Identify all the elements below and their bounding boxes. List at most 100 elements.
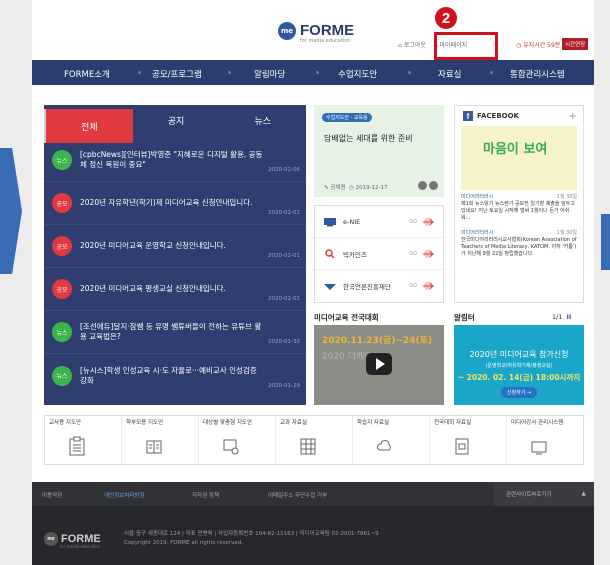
- apply-button[interactable]: 신청하기 →: [500, 387, 538, 398]
- logout-label: 로그아웃: [403, 42, 426, 49]
- nav-separator: [138, 71, 141, 74]
- arrow-right-icon: [423, 217, 434, 226]
- notice-list: 뉴스 [cpbcNews][인터뷰]박영준 "지혜로운 디지털 활용, 공동체 …: [44, 139, 306, 397]
- post-source: 미디어리터러시: [461, 230, 494, 236]
- notice-title: 2020년 미디어교육 운영학교 신청안내입니다.: [80, 241, 226, 250]
- list-item[interactable]: 뉴스 [cpbcNews][인터뷰]박영준 "지혜로운 디지털 활용, 공동체 …: [44, 139, 306, 182]
- tab-all[interactable]: 전체: [44, 109, 133, 143]
- list-item[interactable]: 뉴스 [뉴시스]학생 인성교육 시·도 자율로···예비교사 인성검증 강화 2…: [44, 354, 306, 397]
- tab-notice[interactable]: 공지: [133, 105, 220, 135]
- chevron-up-icon: ▲: [581, 491, 586, 497]
- quick-label: 미디어강사 관리시스템: [511, 420, 564, 426]
- contest-video[interactable]: 2020.11.23(금)~24(토) 2020 더베이101: [314, 325, 444, 405]
- nav-item-about[interactable]: FORME소개: [64, 68, 110, 80]
- logout-link[interactable]: ⌂ 로그아웃: [398, 40, 426, 49]
- notice-tabs: 전체 공지 뉴스: [44, 105, 306, 143]
- notice-panel: 전체 공지 뉴스 뉴스 [cpbcNews][인터뷰]박영준 "지혜로운 디지털…: [44, 105, 306, 405]
- notice-date: 2020-02-01: [268, 296, 300, 302]
- plus-icon[interactable]: +: [569, 111, 577, 122]
- step-badge: 2: [435, 7, 457, 29]
- alarm-deadline: ~ 2020. 02. 14(금) 18:00시까지: [457, 373, 581, 382]
- link-kpf[interactable]: 한국언론진흥재단 GO: [315, 270, 443, 302]
- facebook-image[interactable]: 마음이 보여: [461, 126, 577, 190]
- link-label: 한국언론진흥재단: [343, 283, 391, 291]
- nav-item-lesson-plans[interactable]: 수업지도안: [338, 68, 377, 80]
- post-text: 한국미디어리터러시교사협회(Korean Association of Teac…: [461, 237, 577, 257]
- quick-subject-resources[interactable]: 교과 자료실: [276, 416, 353, 464]
- arrow-right-icon: [423, 282, 434, 290]
- clock-icon: ◷: [349, 185, 354, 191]
- quick-worksheet-resources[interactable]: 학습지 자료실: [353, 416, 430, 464]
- monitor-icon: [324, 217, 336, 226]
- clipboard-icon: [69, 436, 85, 456]
- alarm-subtitle: (운영학교/자유학기제/평생교실): [485, 363, 553, 369]
- list-item[interactable]: 공모 2020년 자유학년(학기)제 미디어교육 신청안내입니다. 2020-0…: [44, 182, 306, 225]
- quick-menu: 교사용 지도안 학부모용 지도안 대상별 맞춤형 지도안 교과 자료실 학습지 …: [44, 415, 584, 465]
- quick-label: 전국대회 자료실: [434, 420, 472, 426]
- related-sites-select[interactable]: 관련사이트바로가기 ▲: [494, 482, 594, 506]
- facebook-header: f FACEBOOK: [455, 106, 583, 126]
- nav-separator: [228, 71, 231, 74]
- notice-title: [조선에듀]달지·참쌤 등 유명 쌤튜버들이 전하는 유튜브 활용 교육법은?: [80, 322, 262, 341]
- card-tag: 수업지도안 · 교육용: [322, 113, 372, 122]
- related-links: e-NIE GO 빅카인즈 GO 한국언론진흥재단 GO: [314, 205, 444, 303]
- link-enie[interactable]: e-NIE GO: [315, 206, 443, 238]
- quick-label: 대상별 맞춤형 지도안: [203, 420, 253, 426]
- facebook-image-text: 마음이 보여: [483, 142, 548, 157]
- quick-instructor-system[interactable]: 미디어강사 관리시스템: [507, 416, 583, 464]
- link-label: e-NIE: [343, 217, 361, 226]
- nav-item-management[interactable]: 통합관리시스템: [510, 68, 565, 80]
- monitor-icon: [531, 441, 547, 455]
- footer-link-terms[interactable]: 이용약관: [42, 491, 62, 499]
- grid-icon: [300, 438, 316, 455]
- facebook-post[interactable]: 미디어리터러시 1월 30일 한국미디어리터러시교사협회(Korean Asso…: [455, 226, 583, 262]
- pause-icon[interactable]: II: [566, 313, 571, 321]
- notice-date: 2020-02-06: [268, 167, 300, 173]
- extend-session-button[interactable]: 시간연장: [562, 38, 589, 50]
- monitor-user-icon: [223, 439, 239, 455]
- page: me FORME for media education 2 ⌂ 로그아웃 ⌂ …: [32, 0, 594, 565]
- search-icon: [325, 248, 335, 259]
- quick-label: 학부모용 지도안: [126, 420, 164, 426]
- quick-teacher-plan[interactable]: 교사용 지도안: [45, 416, 122, 464]
- category-badge: 뉴스: [52, 365, 72, 386]
- link-bigkinds[interactable]: 빅카인즈 GO: [315, 238, 443, 270]
- alarm-title: 2020년 미디어교육 참가신청: [469, 350, 569, 359]
- play-icon[interactable]: [366, 353, 392, 375]
- lesson-plan-card[interactable]: 수업지도안 · 교육용 담배없는 세대를 위한 준비 ✎ 공채원 ◷ 2019-…: [314, 105, 444, 197]
- facebook-post[interactable]: 미디어리터러시 1월 30일 제1회 뉴스읽기 뉴스렌기 공모전 일기장 제출을…: [455, 190, 583, 226]
- next-icon[interactable]: [429, 181, 438, 190]
- mypage-highlight-box: [434, 32, 498, 60]
- alarm-paging: 1/1 II: [552, 313, 571, 321]
- nav-item-notice[interactable]: 알림마당: [254, 68, 285, 80]
- nav-item-programs[interactable]: 공모/프로그램: [152, 68, 202, 80]
- post-source: 미디어리터러시: [461, 194, 494, 200]
- alarm-banner[interactable]: 2020년 미디어교육 참가신청 (운영학교/자유학기제/평생교실) ~ 202…: [454, 325, 584, 405]
- nav-separator: [408, 71, 411, 74]
- quick-targeted-plan[interactable]: 대상별 맞춤형 지도안: [199, 416, 276, 464]
- list-item[interactable]: 뉴스 [조선에듀]달지·참쌤 등 유명 쌤튜버들이 전하는 유튜브 활용 교육법…: [44, 311, 306, 354]
- facebook-widget: f FACEBOOK + 마음이 보여 미디어리터러시 1월 30일 제1회 뉴…: [454, 105, 584, 303]
- main-nav: FORME소개 공모/프로그램 알림마당 수업지도안 자료실 통합관리시스템: [32, 60, 594, 85]
- footer-link-email[interactable]: 이메일주소 무단수집 거부: [268, 491, 327, 499]
- category-badge: 공모: [52, 279, 72, 299]
- list-item[interactable]: 공모 2020년 미디어교육 평생교실 신청안내입니다. 2020-02-01: [44, 268, 306, 311]
- footer-address: 서울 중구 세종대로 124 | 대표 민병욱 | 사업자등록번호 104-82…: [124, 531, 379, 537]
- prev-arrow[interactable]: [0, 148, 22, 274]
- logo-icon: me: [278, 22, 296, 40]
- footer-link-copyright[interactable]: 저작권 정책: [192, 491, 219, 499]
- notice-title: 2020년 자유학년(학기)제 미디어교육 신청안내입니다.: [80, 198, 253, 207]
- kpf-logo-icon: [324, 284, 336, 290]
- footer-link-privacy[interactable]: 개인정보처리방침: [104, 491, 144, 499]
- tab-news[interactable]: 뉴스: [219, 105, 306, 135]
- notice-title: 2020년 미디어교육 평생교실 신청안내입니다.: [80, 284, 226, 293]
- footer-copyright: Copyright 2019. FORME all rights reserve…: [124, 540, 244, 546]
- nav-item-resources[interactable]: 자료실: [438, 68, 461, 80]
- quick-contest-resources[interactable]: 전국대회 자료실: [430, 416, 507, 464]
- post-date: 1월 30일: [556, 230, 577, 236]
- prev-icon[interactable]: [418, 181, 427, 190]
- next-arrow[interactable]: [601, 214, 610, 270]
- list-item[interactable]: 공모 2020년 미디어교육 운영학교 신청안내입니다. 2020-02-01: [44, 225, 306, 268]
- site-logo[interactable]: me FORME for media education: [278, 22, 354, 44]
- quick-parent-plan[interactable]: 학부모용 지도안: [122, 416, 199, 464]
